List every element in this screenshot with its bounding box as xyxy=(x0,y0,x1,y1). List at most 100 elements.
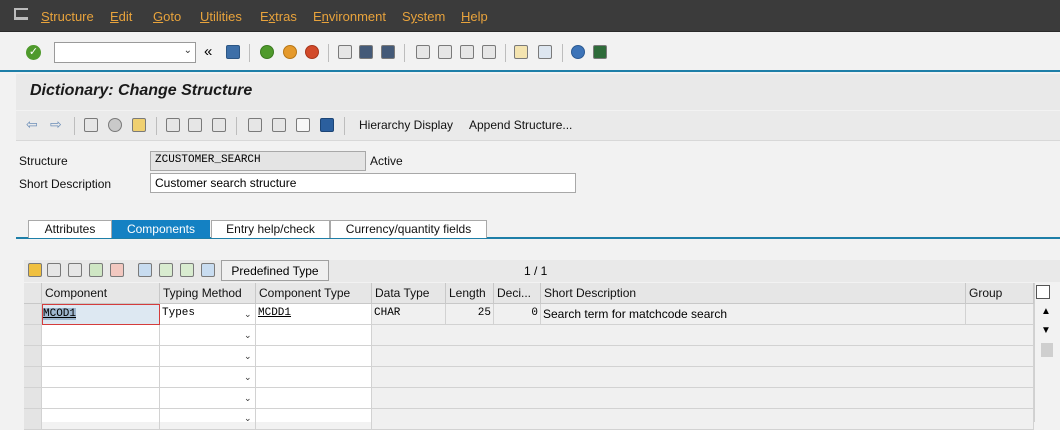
previous-page-icon[interactable] xyxy=(438,45,452,59)
system-menu-icon[interactable] xyxy=(14,8,28,20)
cut-icon[interactable] xyxy=(28,263,42,277)
help-icon[interactable] xyxy=(571,45,585,59)
component-cell[interactable] xyxy=(42,325,160,346)
info-icon[interactable] xyxy=(320,118,334,132)
exit-icon[interactable] xyxy=(283,45,297,59)
menu-system[interactable]: System xyxy=(402,9,445,24)
typing-method-select[interactable] xyxy=(160,409,256,430)
deselect-icon[interactable] xyxy=(180,263,194,277)
tab-entry-help-check[interactable]: Entry help/check xyxy=(211,220,330,238)
chevron-down-icon[interactable]: ⌄ xyxy=(244,413,252,424)
next-page-icon[interactable] xyxy=(460,45,474,59)
check-icon[interactable] xyxy=(108,118,122,132)
expand-icon[interactable] xyxy=(138,263,152,277)
component-cell[interactable] xyxy=(42,409,160,430)
column-header[interactable]: Typing Method xyxy=(160,283,256,304)
menu-structure[interactable]: Structure xyxy=(41,9,94,24)
last-page-icon[interactable] xyxy=(482,45,496,59)
column-header[interactable]: Group xyxy=(966,283,1034,304)
column-settings-icon[interactable] xyxy=(1036,285,1050,299)
first-page-icon[interactable] xyxy=(416,45,430,59)
component-type-cell[interactable]: MCDD1 xyxy=(256,304,372,325)
column-header[interactable]: Component xyxy=(42,283,160,304)
column-header[interactable]: Short Description xyxy=(541,283,966,304)
chevron-down-icon[interactable]: ⌄ xyxy=(244,351,252,362)
scroll-up-icon[interactable]: ▲ xyxy=(1041,306,1051,317)
chevron-down-icon[interactable]: ⌄ xyxy=(244,372,252,383)
tab-attributes[interactable]: Attributes xyxy=(28,220,112,238)
append-structure-button[interactable]: Append Structure... xyxy=(469,118,572,132)
chevron-down-icon[interactable]: ⌄ xyxy=(244,330,252,341)
typing-method-select[interactable] xyxy=(160,388,256,409)
column-header[interactable]: Component Type xyxy=(256,283,372,304)
copy-icon[interactable] xyxy=(47,263,61,277)
hierarchy-icon[interactable] xyxy=(272,118,286,132)
insert-row-icon[interactable] xyxy=(89,263,103,277)
typing-method-select[interactable] xyxy=(160,367,256,388)
row-selector[interactable] xyxy=(24,346,42,367)
menu-utilities[interactable]: Utilities xyxy=(200,9,242,24)
back-arrow-icon[interactable]: ⇦ xyxy=(26,117,40,132)
typing-method-select[interactable] xyxy=(160,325,256,346)
menu-goto[interactable]: Goto xyxy=(153,9,181,24)
component-cell[interactable] xyxy=(42,346,160,367)
row-selector-header[interactable] xyxy=(24,283,42,304)
print-icon[interactable] xyxy=(338,45,352,59)
scroll-thumb[interactable] xyxy=(1041,343,1053,357)
where-used-icon[interactable] xyxy=(166,118,180,132)
short-description-input[interactable]: Customer search structure xyxy=(150,173,576,193)
row-selector[interactable] xyxy=(24,367,42,388)
activate-icon[interactable] xyxy=(132,118,146,132)
component-type-cell[interactable] xyxy=(256,346,372,367)
scroll-down-icon[interactable]: ▼ xyxy=(1041,325,1051,336)
component-type-cell[interactable] xyxy=(256,409,372,430)
table-icon[interactable] xyxy=(296,118,310,132)
find-next-icon[interactable] xyxy=(381,45,395,59)
delete-row-icon[interactable] xyxy=(110,263,124,277)
row-selector[interactable] xyxy=(24,409,42,430)
vertical-scrollbar[interactable]: ▲ ▼ xyxy=(1034,283,1060,422)
collapse-icon[interactable] xyxy=(201,263,215,277)
typing-method-select[interactable]: Types xyxy=(160,304,256,325)
paste-icon[interactable] xyxy=(68,263,82,277)
find-icon[interactable] xyxy=(359,45,373,59)
typing-method-select[interactable] xyxy=(160,346,256,367)
edit-object-icon[interactable] xyxy=(188,118,202,132)
component-cell[interactable] xyxy=(42,388,160,409)
command-field[interactable]: ⌄ xyxy=(54,42,196,63)
select-all-icon[interactable] xyxy=(159,263,173,277)
component-type-cell[interactable] xyxy=(256,388,372,409)
component-type-cell[interactable] xyxy=(256,367,372,388)
new-session-icon[interactable] xyxy=(514,45,528,59)
tab-currency-quantity-fields[interactable]: Currency/quantity fields xyxy=(330,220,487,238)
component-type-cell[interactable] xyxy=(256,325,372,346)
object-list-icon[interactable] xyxy=(248,118,262,132)
tab-components[interactable]: Components xyxy=(112,220,210,238)
menu-edit[interactable]: Edit xyxy=(110,9,132,24)
display-change-icon[interactable] xyxy=(84,118,98,132)
menu-extras[interactable]: Extras xyxy=(260,9,297,24)
navigate-icon[interactable] xyxy=(212,118,226,132)
row-selector[interactable] xyxy=(24,388,42,409)
component-cell[interactable] xyxy=(42,367,160,388)
component-input[interactable]: MCOD1 xyxy=(42,304,160,325)
customize-layout-icon[interactable] xyxy=(593,45,607,59)
chevron-down-icon[interactable]: ⌄ xyxy=(184,45,192,56)
cancel-icon[interactable] xyxy=(305,45,319,59)
hierarchy-display-button[interactable]: Hierarchy Display xyxy=(359,118,453,132)
row-selector[interactable] xyxy=(24,304,42,325)
forward-arrow-icon[interactable]: ⇨ xyxy=(50,117,64,132)
back-icon[interactable] xyxy=(260,45,274,59)
menu-environment[interactable]: Environment xyxy=(313,9,386,24)
shortcut-icon[interactable] xyxy=(538,45,552,59)
save-icon[interactable] xyxy=(226,45,240,59)
chevron-down-icon[interactable]: ⌄ xyxy=(244,309,252,320)
enter-check-icon[interactable]: ✓ xyxy=(26,45,41,60)
predefined-type-button[interactable]: Predefined Type xyxy=(221,260,329,281)
chevron-down-icon[interactable]: ⌄ xyxy=(244,393,252,404)
column-header[interactable]: Length xyxy=(446,283,494,304)
collapse-command-icon[interactable]: « xyxy=(204,43,212,60)
menu-help[interactable]: Help xyxy=(461,9,488,24)
column-header[interactable]: Data Type xyxy=(372,283,446,304)
row-selector[interactable] xyxy=(24,325,42,346)
